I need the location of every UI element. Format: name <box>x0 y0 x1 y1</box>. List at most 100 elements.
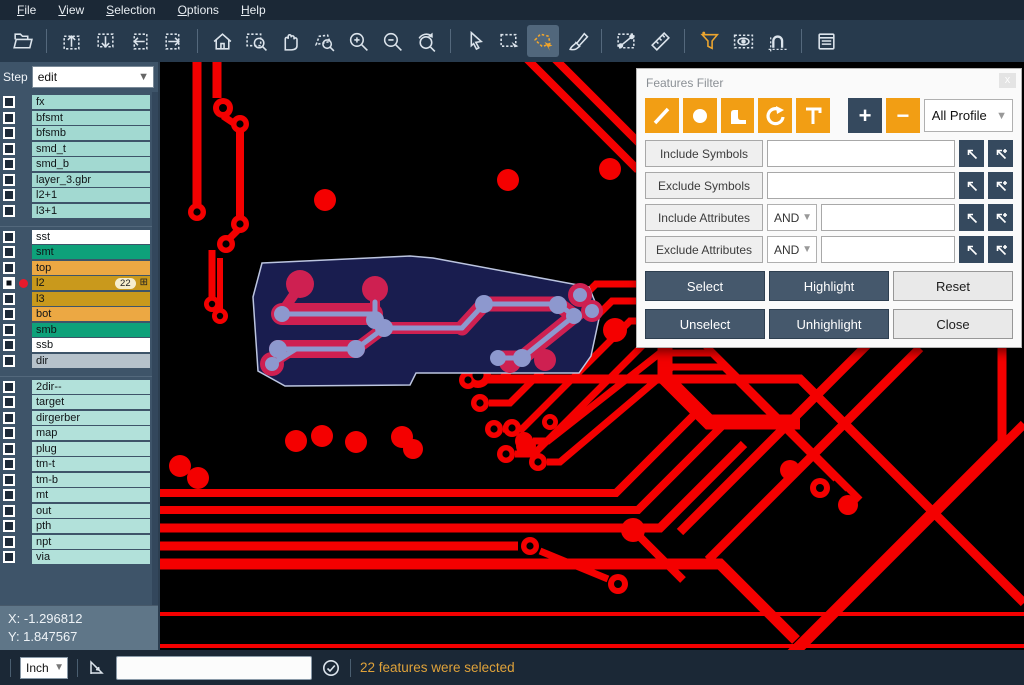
select-pointer-button[interactable] <box>459 25 491 57</box>
pick-button[interactable] <box>959 204 984 231</box>
pick-button[interactable] <box>959 172 984 199</box>
pcb-canvas[interactable]: Features Filter x <box>160 62 1024 650</box>
layer-name[interactable]: smd_b <box>32 157 150 171</box>
features-filter-button[interactable] <box>693 25 725 57</box>
layer-name[interactable]: smb <box>32 323 150 337</box>
layer-row-l2+1[interactable]: l2+1 <box>3 188 150 202</box>
filter-line-button[interactable] <box>645 98 679 133</box>
zoom-previous-button[interactable] <box>410 25 442 57</box>
unhighlight-button[interactable]: Unhighlight <box>769 309 889 339</box>
highlight-button[interactable]: Highlight <box>769 271 889 301</box>
filter-surface-button[interactable] <box>721 98 755 133</box>
layer-row-ssb[interactable]: ssb <box>3 338 150 352</box>
layer-row-bfsmt[interactable]: bfsmt <box>3 111 150 125</box>
command-history-icon[interactable] <box>321 658 341 678</box>
layer-checkbox[interactable] <box>3 551 15 563</box>
feature-properties-button[interactable] <box>810 25 842 57</box>
layer-row-dir[interactable]: dir <box>3 354 150 368</box>
layer-name[interactable]: l3 <box>32 292 150 306</box>
layer-checkbox[interactable] <box>3 308 15 320</box>
close-icon[interactable]: x <box>999 73 1016 88</box>
layer-row-l3+1[interactable]: l3+1 <box>3 204 150 218</box>
menu-help[interactable]: Help <box>232 3 275 17</box>
exclude-attributes-input[interactable] <box>821 236 955 263</box>
layer-checkbox[interactable] <box>3 489 15 501</box>
layer-checkbox[interactable] <box>3 381 15 393</box>
pick-button[interactable] <box>959 140 984 167</box>
pick-add-button[interactable] <box>988 172 1013 199</box>
highlight-view-button[interactable] <box>727 25 759 57</box>
layer-row-smd_t[interactable]: smd_t <box>3 142 150 156</box>
operator-select[interactable]: AND▼ <box>767 236 817 263</box>
layer-checkbox[interactable] <box>3 505 15 517</box>
layer-name[interactable]: sst <box>32 230 150 244</box>
layer-checkbox[interactable] <box>3 412 15 424</box>
pan-hand-button[interactable] <box>274 25 306 57</box>
clear-brush-button[interactable] <box>561 25 593 57</box>
layer-checkbox[interactable] <box>3 262 15 274</box>
menu-options[interactable]: Options <box>169 3 228 17</box>
layer-name[interactable]: ssb <box>32 338 150 352</box>
layer-row-map[interactable]: map <box>3 426 150 440</box>
menu-file[interactable]: File <box>8 3 45 17</box>
layer-row-bot[interactable]: bot <box>3 307 150 321</box>
snap-angle-icon[interactable] <box>87 658 107 678</box>
zoom-polygon-button[interactable] <box>308 25 340 57</box>
pan-down-button[interactable] <box>89 25 121 57</box>
layer-name[interactable]: bfsmb <box>32 126 150 140</box>
layer-name[interactable]: l2+1 <box>32 188 150 202</box>
layer-name[interactable]: pth <box>32 519 150 533</box>
grid-icon[interactable]: ⊞ <box>140 276 148 290</box>
layer-name[interactable]: smd_t <box>32 142 150 156</box>
layer-row-layer_3.gbr[interactable]: layer_3.gbr <box>3 173 150 187</box>
include-symbols-button[interactable]: Include Symbols <box>645 140 763 167</box>
layer-checkbox[interactable] <box>3 158 15 170</box>
layer-checkbox[interactable] <box>3 293 15 305</box>
layer-name[interactable]: tm-b <box>32 473 150 487</box>
step-select[interactable]: edit ▼ <box>32 66 154 88</box>
layer-checkbox[interactable] <box>3 443 15 455</box>
layer-checkbox[interactable] <box>3 174 15 186</box>
pick-add-button[interactable] <box>988 140 1013 167</box>
layer-name[interactable]: 2dir-- <box>32 380 150 394</box>
profile-select[interactable]: All Profile ▼ <box>924 99 1013 132</box>
exclude-attributes-button[interactable]: Exclude Attributes <box>645 236 763 263</box>
filter-pad-button[interactable] <box>683 98 717 133</box>
layer-row-2dir--[interactable]: 2dir-- <box>3 380 150 394</box>
close-button[interactable]: Close <box>893 309 1013 339</box>
pick-button[interactable] <box>959 236 984 263</box>
layer-row-smb[interactable]: smb <box>3 323 150 337</box>
home-view-button[interactable] <box>206 25 238 57</box>
select-polygon-button[interactable] <box>527 25 559 57</box>
layer-checkbox[interactable] <box>3 231 15 243</box>
layer-row-smd_b[interactable]: smd_b <box>3 157 150 171</box>
layer-checkbox[interactable] <box>3 112 15 124</box>
menu-selection[interactable]: Selection <box>97 3 164 17</box>
layer-name[interactable]: layer_3.gbr <box>32 173 150 187</box>
layer-row-tm-b[interactable]: tm-b <box>3 473 150 487</box>
layer-checkbox[interactable] <box>3 205 15 217</box>
command-input[interactable] <box>116 656 312 680</box>
layer-checkbox[interactable] <box>3 458 15 470</box>
layer-row-l2[interactable]: l222⊞ <box>3 276 150 290</box>
layer-name[interactable]: via <box>32 550 150 564</box>
layer-name[interactable]: dir <box>32 354 150 368</box>
exclude-symbols-button[interactable]: Exclude Symbols <box>645 172 763 199</box>
pan-left-button[interactable] <box>123 25 155 57</box>
layer-row-tm-t[interactable]: tm-t <box>3 457 150 471</box>
layer-row-target[interactable]: target <box>3 395 150 409</box>
layer-name[interactable]: plug <box>32 442 150 456</box>
layer-checkbox[interactable] <box>3 536 15 548</box>
layer-row-plug[interactable]: plug <box>3 442 150 456</box>
pan-up-button[interactable] <box>55 25 87 57</box>
layer-checkbox[interactable] <box>3 339 15 351</box>
layer-row-l3[interactable]: l3 <box>3 292 150 306</box>
layer-name[interactable]: l3+1 <box>32 204 150 218</box>
layer-row-via[interactable]: via <box>3 550 150 564</box>
menu-view[interactable]: View <box>49 3 93 17</box>
snap-measure-button[interactable] <box>761 25 793 57</box>
layer-name[interactable]: fx <box>32 95 150 109</box>
layer-name[interactable]: map <box>32 426 150 440</box>
measure-distance-button[interactable] <box>610 25 642 57</box>
pan-right-button[interactable] <box>157 25 189 57</box>
